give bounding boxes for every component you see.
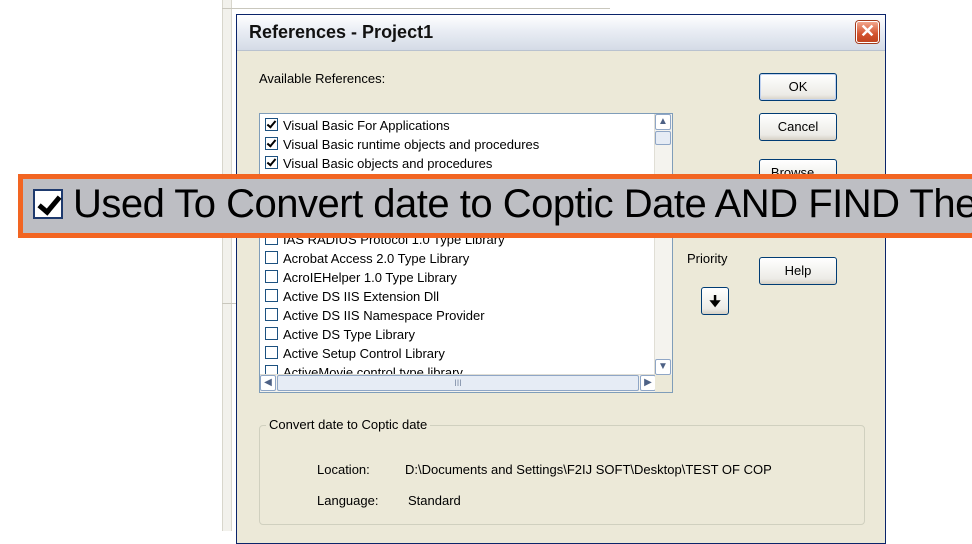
reference-item[interactable]: Visual Basic runtime objects and procedu… [265, 137, 539, 155]
references-dialog: References - Project1 ✕ Available Refere… [236, 14, 886, 544]
scroll-right-button[interactable]: ▶ [640, 375, 656, 391]
dialog-title: References - Project1 [249, 22, 434, 42]
priority-down-button[interactable]: 🠋 [701, 287, 729, 315]
background-window-frame [222, 0, 232, 531]
help-button[interactable]: Help [759, 257, 837, 285]
reference-item[interactable]: Active Setup Control Library [265, 346, 445, 364]
available-references-list[interactable]: Visual Basic For Applications Visual Basi… [259, 113, 673, 393]
reference-label: Acrobat Access 2.0 Type Library [283, 251, 470, 266]
location-value: D:\Documents and Settings\F2IJ SOFT\Desk… [405, 462, 772, 477]
chevron-right-icon: ▶ [644, 377, 652, 388]
reference-checkbox[interactable] [265, 251, 278, 264]
vertical-scroll-thumb[interactable] [655, 131, 671, 145]
vertical-scrollbar[interactable]: ▲ ▼ [654, 114, 672, 375]
chevron-left-icon: ◀ [264, 377, 272, 388]
reference-item[interactable]: Active DS IIS Namespace Provider [265, 308, 485, 326]
scroll-down-button[interactable]: ▼ [655, 359, 671, 375]
reference-checkbox[interactable] [265, 137, 278, 150]
reference-label: Active DS IIS Extension Dll [283, 289, 440, 304]
reference-label: Visual Basic runtime objects and procedu… [283, 137, 540, 152]
reference-label: Active DS Type Library [283, 327, 415, 342]
reference-checkbox[interactable] [265, 289, 278, 302]
scroll-left-button[interactable]: ◀ [260, 375, 276, 391]
background-window-edge [222, 8, 610, 9]
language-value: Standard [408, 493, 461, 508]
callout-text: Used To Convert date to Coptic Date AND … [73, 182, 972, 226]
reference-item[interactable]: Acrobat Access 2.0 Type Library [265, 251, 469, 269]
cancel-button[interactable]: Cancel [759, 113, 837, 141]
chevron-down-icon: ▼ [658, 361, 668, 372]
close-button[interactable]: ✕ [856, 21, 879, 43]
reference-checkbox[interactable] [265, 308, 278, 321]
reference-label: Active DS IIS Namespace Provider [283, 308, 485, 323]
close-icon: ✕ [859, 21, 876, 41]
arrow-down-icon: 🠋 [709, 293, 721, 309]
reference-label: Visual Basic For Applications [283, 118, 450, 133]
callout-checkbox [33, 189, 63, 219]
ok-button[interactable]: OK [759, 73, 837, 101]
background-window-edge-left [222, 303, 236, 304]
reference-checkbox[interactable] [265, 156, 278, 169]
reference-item[interactable]: Visual Basic objects and procedures [265, 156, 492, 174]
available-references-label: Available References: [259, 71, 386, 86]
reference-checkbox[interactable] [265, 327, 278, 340]
reference-label: Active Setup Control Library [283, 346, 445, 361]
selected-reference-name: Convert date to Coptic date [266, 417, 431, 432]
reference-checkbox[interactable] [265, 118, 278, 131]
scrollbar-corner [655, 375, 672, 392]
horizontal-scroll-thumb[interactable]: III [277, 375, 639, 391]
language-label: Language: [317, 493, 379, 508]
dialog-titlebar[interactable]: References - Project1 ✕ [237, 15, 885, 51]
reference-checkbox[interactable] [265, 270, 278, 283]
reference-item[interactable]: Active DS IIS Extension Dll [265, 289, 439, 307]
reference-item[interactable]: Active DS Type Library [265, 327, 415, 345]
location-label: Location: [317, 462, 370, 477]
priority-label: Priority [687, 251, 728, 266]
selected-reference-details: Convert date to Coptic date Location: D:… [259, 417, 865, 525]
reference-item[interactable]: AcroIEHelper 1.0 Type Library [265, 270, 457, 288]
reference-label: AcroIEHelper 1.0 Type Library [283, 270, 457, 285]
reference-item[interactable]: Visual Basic For Applications [265, 118, 450, 136]
chevron-up-icon: ▲ [658, 116, 668, 127]
reference-label: Visual Basic objects and procedures [283, 156, 493, 171]
grip-icon: III [454, 378, 462, 388]
reference-checkbox[interactable] [265, 346, 278, 359]
scroll-up-button[interactable]: ▲ [655, 114, 671, 130]
horizontal-scrollbar[interactable]: ◀ III ▶ [260, 374, 656, 392]
zoomed-reference-callout: Used To Convert date to Coptic Date AND … [18, 174, 972, 238]
